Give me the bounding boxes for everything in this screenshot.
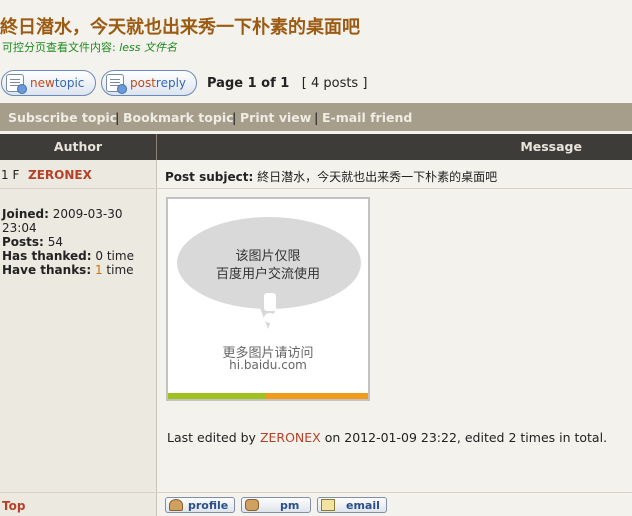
post-subject-label: Post subject: — [165, 170, 254, 184]
email-icon — [321, 499, 335, 511]
pm-icon — [245, 499, 259, 511]
action-separator: | — [314, 110, 319, 125]
pm-label: pm — [280, 498, 300, 512]
post-subject: Post subject: 終日潜水，今天就也出来秀一下朴素的桌面吧 — [165, 168, 497, 185]
email-button[interactable]: email — [317, 497, 387, 513]
header-divider — [156, 134, 157, 160]
email-friend-link[interactable]: E-mail friend — [322, 110, 412, 125]
joined-time: 23:04 — [2, 221, 37, 235]
thanked-value: 0 time — [95, 249, 134, 263]
subtitle-keyword: less 文件名 — [119, 41, 178, 54]
email-label: email — [346, 498, 380, 512]
subscribe-topic-link[interactable]: Subscribe topic — [8, 110, 117, 125]
thanked-info: Has thanked: 0 time — [2, 249, 134, 263]
row-divider — [157, 492, 632, 493]
back-to-top-link[interactable]: Top — [2, 499, 25, 513]
post-reply-button[interactable]: post reply — [101, 70, 197, 96]
thanks-label: Have thanks: — [2, 263, 92, 277]
edit-suffix: on 2012-01-09 23:22, edited 2 times in t… — [324, 430, 608, 445]
profile-button[interactable]: profile — [165, 497, 235, 513]
exclamation-dot — [264, 313, 276, 323]
subtitle-label: 可控分页查看文件内容: — [2, 41, 116, 54]
image-notice-line-1: 该图片仅限 — [235, 249, 301, 264]
action-separator: | — [115, 110, 120, 125]
page-indicator: Page 1 of 1 — [207, 76, 290, 91]
posts-value: 54 — [47, 235, 63, 249]
pagination: Page 1 of 1 [ 4 posts ] — [207, 76, 367, 91]
post-count: [ 4 posts ] — [301, 76, 368, 91]
thanks-unit: time — [102, 263, 134, 277]
profile-icon — [169, 499, 183, 511]
posts-info: Posts: 54 — [2, 235, 63, 249]
exclamation-icon — [264, 293, 276, 311]
new-topic-icon — [6, 74, 27, 94]
profile-label: profile — [188, 498, 229, 512]
new-topic-label-b: topic — [54, 76, 85, 90]
new-topic-label-a: new — [30, 76, 55, 90]
message-column-header: Message — [520, 139, 582, 154]
thanks-info: Have thanks: 1 time — [2, 263, 134, 277]
pm-button[interactable]: pm — [241, 497, 311, 513]
edit-notice: Last edited by ZERONEX on 2012-01-09 23:… — [167, 430, 607, 445]
joined-value: 2009-03-30 — [52, 207, 123, 221]
row-divider — [157, 188, 632, 189]
post-reply-icon — [106, 74, 127, 94]
image-bar-orange — [266, 393, 368, 399]
edit-prefix: Last edited by — [167, 430, 256, 445]
author-column-header: Author — [53, 139, 103, 154]
post-floor: 1 F — [1, 168, 20, 182]
post-table-header: Author Message — [0, 134, 632, 160]
posts-label: Posts: — [2, 235, 44, 249]
post-subject-value: 終日潜水，今天就也出来秀一下朴素的桌面吧 — [257, 170, 498, 184]
post-author-link[interactable]: ZERONEX — [28, 168, 92, 182]
thanks-count: 1 — [94, 263, 103, 277]
action-separator: | — [232, 110, 237, 125]
bookmark-topic-link[interactable]: Bookmark topic — [123, 110, 234, 125]
row-divider — [0, 188, 157, 189]
image-notice-line-4: hi.baidu.com — [229, 358, 307, 372]
post-reply-label-a: post — [130, 76, 156, 90]
image-bar-green — [168, 393, 266, 399]
row-divider — [0, 492, 157, 493]
post-image: 该图片仅限 百度用户交流使用 更多图片请访问 hi.baidu.com — [166, 197, 370, 401]
topic-title: 終日潜水，今天就也出来秀一下朴素的桌面吧 — [0, 17, 360, 38]
image-notice-line-2: 百度用户交流使用 — [215, 267, 320, 282]
topic-action-bar: Subscribe topic | Bookmark topic | Print… — [0, 103, 632, 131]
edit-author-link[interactable]: ZERONEX — [260, 430, 321, 445]
joined-label: Joined: — [2, 207, 49, 221]
print-view-link[interactable]: Print view — [240, 110, 311, 125]
new-topic-button[interactable]: new topic — [1, 70, 96, 96]
thanked-label: Has thanked: — [2, 249, 92, 263]
topic-subtitle: 可控分页查看文件内容: less 文件名 — [2, 39, 177, 55]
post-reply-label-b: reply — [155, 76, 187, 90]
joined-info: Joined: 2009-03-30 — [2, 207, 122, 221]
